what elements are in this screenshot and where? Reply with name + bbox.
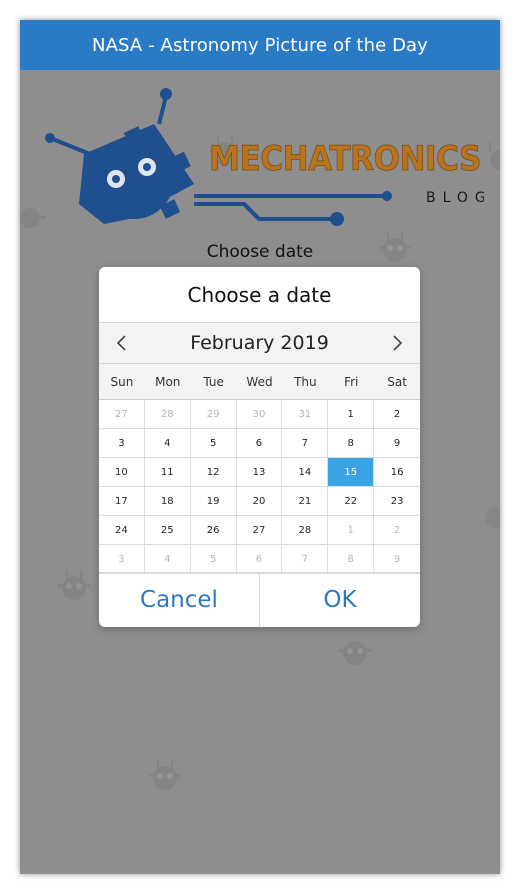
dialog-title: Choose a date <box>99 267 420 323</box>
month-label: February 2019 <box>190 332 329 354</box>
app-bar: NASA - Astronomy Picture of the Day <box>20 20 500 70</box>
mechatronics-logo: MECHATRONICS BLOG <box>45 88 484 226</box>
calendar-day[interactable]: 1 <box>328 400 375 429</box>
calendar-day[interactable]: 6 <box>236 545 283 574</box>
calendar-day[interactable]: 2 <box>374 400 420 429</box>
weekday-label: Fri <box>344 374 359 389</box>
calendar-day[interactable]: 21 <box>282 487 329 516</box>
logo-brand-text: MECHATRONICS <box>209 139 481 179</box>
weekday-label: Sat <box>387 374 407 389</box>
cancel-button[interactable]: Cancel <box>99 573 259 627</box>
chevron-left-icon <box>116 335 126 351</box>
calendar-day[interactable]: 8 <box>328 545 375 574</box>
background-bug-icon <box>489 142 500 170</box>
calendar-day[interactable]: 7 <box>282 429 329 458</box>
weekday-label: Tue <box>203 374 224 389</box>
device-frame: NASA - Astronomy Picture of the Day MECH… <box>20 20 500 874</box>
background-bug-icon <box>149 760 181 790</box>
calendar-day[interactable]: 22 <box>328 487 375 516</box>
calendar-day[interactable]: 2 <box>374 516 420 545</box>
calendar-day[interactable]: 30 <box>236 400 283 429</box>
calendar-day[interactable]: 27 <box>99 400 145 429</box>
calendar-day[interactable]: 16 <box>374 458 420 487</box>
logo-sub-text: BLOG <box>426 190 484 206</box>
calendar-day[interactable]: 19 <box>190 487 237 516</box>
background-bug-icon <box>58 570 90 600</box>
chevron-right-icon <box>393 335 403 351</box>
calendar-day[interactable]: 20 <box>236 487 283 516</box>
calendar-day[interactable]: 4 <box>144 429 191 458</box>
next-month-button[interactable] <box>388 333 408 353</box>
calendar-day[interactable]: 10 <box>99 458 145 487</box>
background-bug-icon <box>339 641 371 665</box>
weekday-label: Sun <box>110 374 134 389</box>
main-screen: MECHATRONICS BLOG Choose date Choose a d… <box>20 70 500 874</box>
calendar-day[interactable]: 23 <box>374 487 420 516</box>
calendar-day[interactable]: 3 <box>99 545 145 574</box>
calendar-day[interactable]: 9 <box>374 429 420 458</box>
calendar-grid: 27 28 29 30 31 1 2 3 4 5 6 7 8 9 10 11 12 13 14 15 16 17 18 19 2… <box>99 400 420 574</box>
calendar-day[interactable]: 28 <box>282 516 329 545</box>
calendar-day[interactable]: 14 <box>282 458 329 487</box>
weekday-label: Mon <box>155 374 181 389</box>
calendar-day[interactable]: 7 <box>282 545 329 574</box>
dialog-actions: Cancel OK <box>99 572 420 627</box>
calendar-day[interactable]: 6 <box>236 429 283 458</box>
previous-month-button[interactable] <box>111 333 131 353</box>
calendar-day[interactable]: 18 <box>144 487 191 516</box>
calendar-day[interactable]: 3 <box>99 429 145 458</box>
weekday-label: Thu <box>294 374 317 389</box>
calendar-day[interactable]: 4 <box>144 545 191 574</box>
calendar-day[interactable]: 11 <box>144 458 191 487</box>
calendar-day[interactable]: 13 <box>236 458 283 487</box>
calendar-day[interactable]: 24 <box>99 516 145 545</box>
calendar-day[interactable]: 8 <box>328 429 375 458</box>
calendar-day[interactable]: 29 <box>190 400 237 429</box>
calendar-day[interactable]: 5 <box>190 545 237 574</box>
calendar-day[interactable]: 26 <box>190 516 237 545</box>
calendar-day[interactable]: 9 <box>374 545 420 574</box>
calendar-day[interactable]: 12 <box>190 458 237 487</box>
calendar-day[interactable]: 27 <box>236 516 283 545</box>
calendar-day-selected[interactable]: 15 <box>328 458 375 487</box>
weekday-label: Wed <box>246 374 273 389</box>
weekday-header: Sun Mon Tue Wed Thu Fri Sat <box>99 364 420 400</box>
choose-date-label[interactable]: Choose date <box>20 242 500 262</box>
app-title: NASA - Astronomy Picture of the Day <box>92 34 428 56</box>
background-bug-icon <box>485 508 500 528</box>
date-picker-dialog: Choose a date February 2019 Sun Mon Tue Wed… <box>99 267 420 627</box>
calendar-day[interactable]: 25 <box>144 516 191 545</box>
calendar-day[interactable]: 17 <box>99 487 145 516</box>
month-navigation: February 2019 <box>99 323 420 364</box>
calendar-day[interactable]: 5 <box>190 429 237 458</box>
calendar-day[interactable]: 31 <box>282 400 329 429</box>
calendar-day[interactable]: 28 <box>144 400 191 429</box>
ok-button[interactable]: OK <box>259 573 420 627</box>
calendar-day[interactable]: 1 <box>328 516 375 545</box>
